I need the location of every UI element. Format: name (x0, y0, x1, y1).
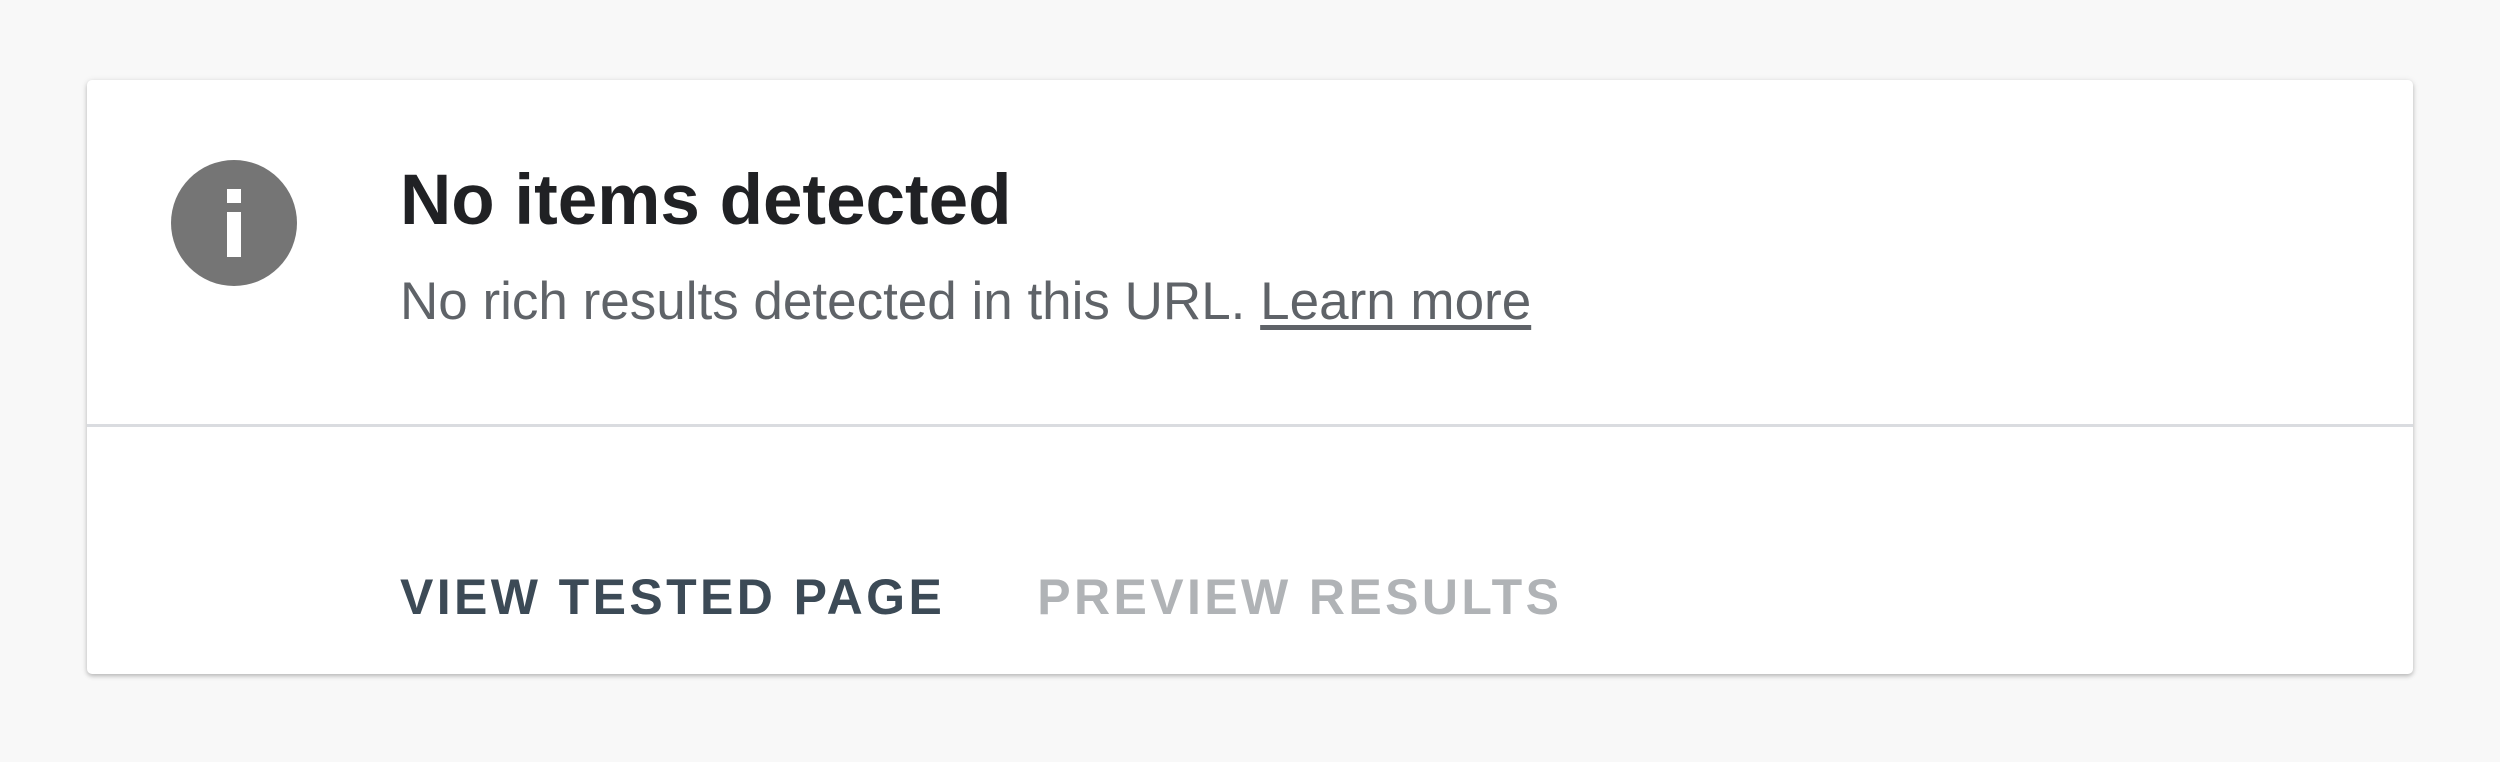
info-icon (171, 160, 297, 286)
result-description: No rich results detected in this URL. Le… (400, 270, 1531, 334)
result-title: No items detected (400, 161, 1012, 240)
result-summary: No items detected No rich results detect… (87, 80, 2413, 431)
card-divider (87, 424, 2413, 427)
view-tested-page-button[interactable]: VIEW TESTED PAGE (400, 567, 945, 627)
card-actions: VIEW TESTED PAGE PREVIEW RESULTS (400, 567, 1562, 627)
result-description-text: No rich results detected in this URL. (400, 272, 1246, 331)
result-card: No items detected No rich results detect… (87, 80, 2413, 674)
learn-more-link[interactable]: Learn more (1260, 272, 1531, 331)
preview-results-button[interactable]: PREVIEW RESULTS (1037, 567, 1562, 627)
